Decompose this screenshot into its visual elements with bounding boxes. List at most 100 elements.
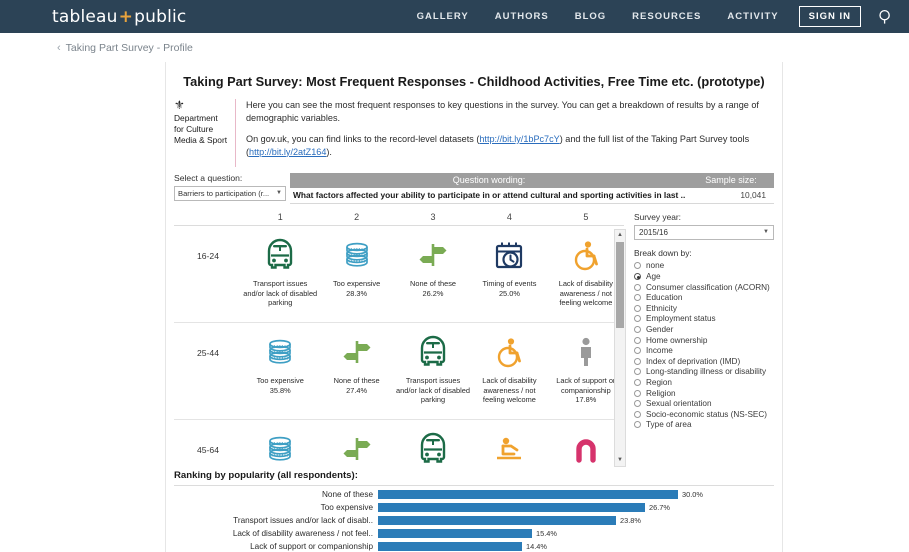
signpost-icon [416, 236, 450, 274]
ranking-bar[interactable] [378, 502, 645, 512]
matrix-cell[interactable]: Lack of disability awareness / not feeli… [471, 323, 547, 419]
radio-button-icon[interactable] [634, 315, 641, 323]
matrix-cell[interactable] [548, 420, 624, 464]
survey-year-dropdown[interactable]: 2015/16 ▼ [634, 224, 774, 240]
matrix-scrollbar[interactable]: ▲ ▼ [614, 228, 626, 467]
ranking-bar-row[interactable]: Lack of disability awareness / not feel.… [174, 527, 774, 540]
radio-button-icon[interactable] [634, 294, 641, 302]
sign-in-button[interactable]: SIGN IN [798, 6, 861, 27]
matrix-cell[interactable]: Too expensive 35.8% [242, 323, 318, 419]
ranking-bar[interactable] [378, 489, 678, 499]
radio-button-icon[interactable] [634, 357, 641, 365]
breakdown-option-home-ownership[interactable]: Home ownership [634, 335, 774, 346]
radio-button-icon[interactable] [634, 400, 641, 408]
ranking-bar-row[interactable]: None of these 30.0% [174, 488, 774, 501]
matrix-cell-percent: 28.3% [346, 288, 368, 298]
radio-button-icon[interactable] [634, 378, 641, 386]
matrix-cell[interactable]: Transport issues and/or lack of disabled… [395, 323, 471, 419]
matrix-cell-caption: Too expensive [332, 278, 381, 288]
matrix-cell[interactable]: Lack of disability awareness / not feeli… [548, 226, 624, 322]
breakdown-option-employment-status[interactable]: Employment status [634, 314, 774, 325]
tableau-public-logo[interactable]: tableau+public [52, 7, 186, 27]
radio-button-icon[interactable] [634, 368, 641, 376]
nav-item-gallery[interactable]: GALLERY [417, 11, 469, 22]
radio-button-icon[interactable] [634, 325, 641, 333]
matrix-cell[interactable]: Timing of events 25.0% [471, 226, 547, 322]
question-dropdown-value: Barriers to participation (r... [178, 188, 270, 198]
breakdown-option-age[interactable]: Age [634, 271, 774, 282]
radio-button-icon[interactable] [634, 389, 641, 397]
coins-icon [263, 333, 297, 371]
search-icon[interactable] [877, 8, 895, 26]
nav-item-activity[interactable]: ACTIVITY [727, 11, 778, 22]
radio-button-icon[interactable] [634, 304, 641, 312]
breakdown-option-type-of-area[interactable]: Type of area [634, 420, 774, 431]
breakdown-option-label: Sexual orientation [646, 399, 712, 409]
breakdown-option-label: Ethnicity [646, 303, 677, 313]
ranking-bar[interactable] [378, 528, 532, 538]
breakdown-option-index-of-deprivation-imd[interactable]: Index of deprivation (IMD) [634, 356, 774, 367]
matrix-cell-percent: 17.8% [575, 395, 597, 405]
scroll-down-icon[interactable]: ▼ [615, 455, 625, 466]
main-content-row: 1 2 3 4 5 16-24 Transport issues and/or l… [166, 212, 782, 467]
survey-tools-link[interactable]: http://bit.ly/2atZ164 [249, 147, 326, 157]
radio-button-icon[interactable] [634, 347, 641, 355]
top-navigation-bar: tableau+public GALLERY AUTHORS BLOG RESO… [0, 0, 909, 33]
radio-button-icon[interactable] [634, 262, 641, 270]
matrix-cell[interactable]: Transport issues and/or lack of disabled… [242, 226, 318, 322]
matrix-cell[interactable]: None of these 27.4% [318, 323, 394, 419]
radio-button-icon[interactable] [634, 421, 641, 429]
wheelchair-icon [569, 236, 603, 274]
brand-plus-icon: + [118, 6, 134, 27]
ranking-section: Ranking by popularity (all respondents):… [166, 470, 782, 552]
ranking-bar-row[interactable]: Transport issues and/or lack of disabl..… [174, 514, 774, 527]
radio-button-icon[interactable] [634, 410, 641, 418]
breakdown-option-sexual-orientation[interactable]: Sexual orientation [634, 398, 774, 409]
matrix-cell[interactable]: Too expensive 28.3% [318, 226, 394, 322]
nav-item-blog[interactable]: BLOG [575, 11, 606, 22]
scroll-up-icon[interactable]: ▲ [615, 230, 625, 241]
breakdown-option-religion[interactable]: Religion [634, 388, 774, 399]
question-dropdown[interactable]: Barriers to participation (r... ▼ [174, 185, 286, 201]
sample-size-value: 10,041 [740, 190, 766, 201]
survey-year-value: 2015/16 [639, 227, 668, 237]
breakdown-option-long-standing-illness-or-disability[interactable]: Long-standing illness or disability [634, 367, 774, 378]
breakdown-option-none[interactable]: none [634, 261, 774, 272]
ranking-bar-label: Lack of disability awareness / not feel.… [232, 528, 373, 538]
ranking-bar-value: 15.4% [536, 528, 557, 538]
datasets-link[interactable]: http://bit.ly/1bPc7cY [479, 134, 559, 144]
breadcrumb-label[interactable]: Taking Part Survey - Profile [66, 42, 193, 54]
ranking-bar[interactable] [378, 515, 616, 525]
breakdown-option-ethnicity[interactable]: Ethnicity [634, 303, 774, 314]
breakdown-option-consumer-classification-acorn[interactable]: Consumer classification (ACORN) [634, 282, 774, 293]
breakdown-option-region[interactable]: Region [634, 377, 774, 388]
matrix-cell[interactable] [395, 420, 471, 464]
radio-button-icon[interactable] [634, 273, 641, 281]
matrix-cell[interactable] [242, 420, 318, 464]
matrix-cell[interactable]: Lack of support or companionship 17.8% [548, 323, 624, 419]
matrix-cell[interactable] [471, 420, 547, 464]
ranking-bar-label: None of these [322, 489, 373, 499]
ranking-bar-row[interactable]: Lack of support or companionship 14.4% [174, 540, 774, 552]
ranking-bar[interactable] [378, 541, 522, 551]
radio-button-icon[interactable] [634, 283, 641, 291]
breakdown-option-socio-economic-status-ns-sec[interactable]: Socio-economic status (NS-SEC) [634, 409, 774, 420]
logo-line-1: Department [174, 113, 218, 123]
breakdown-option-education[interactable]: Education [634, 292, 774, 303]
matrix-cell[interactable]: None of these 26.2% [395, 226, 471, 322]
signpost-icon [340, 430, 374, 464]
dashboard-title: Taking Part Survey: Most Frequent Respon… [183, 74, 765, 89]
breakdown-option-gender[interactable]: Gender [634, 324, 774, 335]
intro-text-post: ). [326, 146, 332, 157]
breakdown-option-income[interactable]: Income [634, 345, 774, 356]
nav-item-resources[interactable]: RESOURCES [632, 11, 701, 22]
response-matrix: 16-24 Transport issues and/or lack of dis… [174, 226, 624, 464]
radio-button-icon[interactable] [634, 336, 641, 344]
matrix-cell-caption: Transport issues and/or lack of disabled… [396, 375, 470, 405]
matrix-cell[interactable] [318, 420, 394, 464]
ranking-bar-row[interactable]: Too expensive 26.7% [174, 501, 774, 514]
breadcrumb[interactable]: ‹ Taking Part Survey - Profile [0, 33, 909, 55]
scrollbar-thumb[interactable] [616, 241, 624, 328]
nav-item-authors[interactable]: AUTHORS [495, 11, 549, 22]
matrix-cell-caption: Lack of support or companionship [556, 375, 616, 395]
